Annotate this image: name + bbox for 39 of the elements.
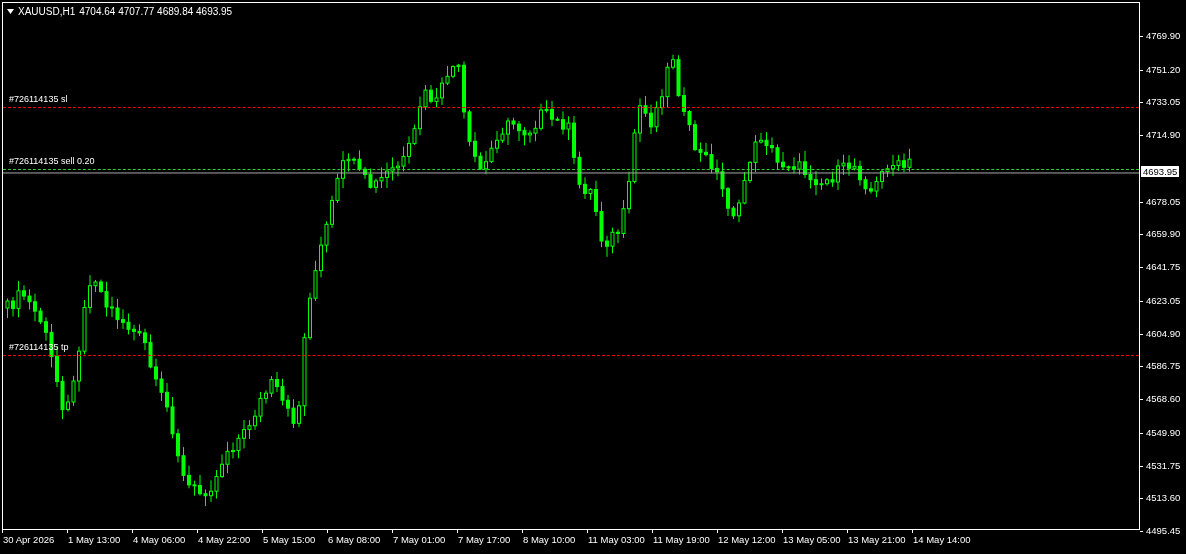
price-level-line[interactable] — [3, 355, 1139, 356]
price-axis-label: 4531.75 — [1140, 459, 1181, 472]
price-axis-label: 4751.20 — [1140, 63, 1181, 76]
time-axis-label: 1 May 13:00 — [67, 530, 132, 554]
ohlc-quote: 4704.64 4707.77 4689.84 4693.95 — [79, 6, 233, 17]
time-axis-label: 5 May 15:00 — [262, 530, 327, 554]
price-axis-label: 4714.90 — [1140, 129, 1181, 142]
price-axis-label: 4604.90 — [1140, 327, 1181, 340]
price-level-line[interactable] — [3, 169, 1139, 170]
price-axis-label: 4549.90 — [1140, 426, 1181, 439]
price-axis-label: 4769.90 — [1140, 30, 1181, 42]
price-axis-label: 4641.75 — [1140, 261, 1181, 274]
time-axis-label: 11 May 19:00 — [652, 530, 717, 554]
time-axis-label: 8 May 10:00 — [522, 530, 587, 554]
price-axis-label: 4678.05 — [1140, 195, 1181, 208]
price-axis-label: 4586.75 — [1140, 360, 1181, 373]
time-axis-label: 30 Apr 2026 — [2, 530, 67, 554]
price-axis-label: 4568.60 — [1140, 393, 1181, 406]
price-level-line[interactable] — [3, 107, 1139, 108]
time-axis-label: 13 May 21:00 — [847, 530, 912, 554]
symbol-label: XAUUSD,H1 — [18, 6, 76, 17]
time-axis-label: 12 May 12:00 — [717, 530, 782, 554]
price-axis-label: 4733.05 — [1140, 96, 1181, 109]
time-axis-label: 4 May 22:00 — [197, 530, 262, 554]
level-label: #726114135 sl — [9, 94, 68, 104]
price-axis-label: 4623.05 — [1140, 294, 1181, 307]
time-axis-label: 13 May 05:00 — [782, 530, 847, 554]
price-axis-label: 4495.45 — [1140, 525, 1181, 537]
bid-price-badge: 4693.95 — [1141, 165, 1180, 177]
price-axis-label: 4659.90 — [1140, 228, 1181, 241]
time-axis-label: 4 May 06:00 — [132, 530, 197, 554]
time-axis-label: 11 May 03:00 — [587, 530, 652, 554]
dropdown-icon[interactable] — [7, 9, 14, 14]
price-axis-label: 4513.60 — [1140, 492, 1181, 505]
time-axis-label: 7 May 01:00 — [392, 530, 457, 554]
time-axis-label: 14 May 14:00 — [912, 530, 977, 554]
level-label: #726114135 sell 0.20 — [9, 156, 95, 166]
time-axis-label: 7 May 17:00 — [457, 530, 522, 554]
time-axis-label: 6 May 08:00 — [327, 530, 392, 554]
